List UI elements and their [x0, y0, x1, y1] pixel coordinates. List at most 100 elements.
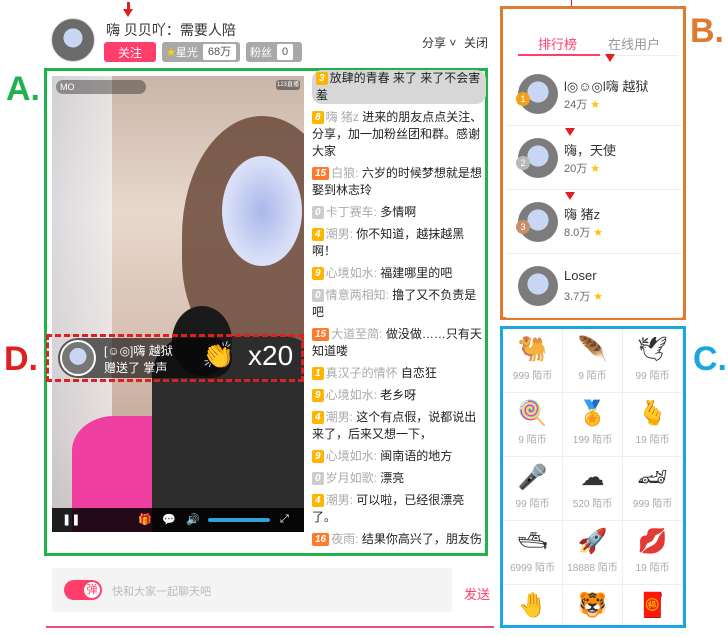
- gift-item[interactable]: 🏅 199 陌币: [563, 393, 623, 457]
- gift-item[interactable]: 🪶 9 陌币: [563, 329, 623, 393]
- gift-item[interactable]: 🐯: [563, 585, 623, 625]
- chat-nickname[interactable]: 岁月如歌:: [326, 471, 377, 485]
- gift-item[interactable]: 🍭 9 陌币: [503, 393, 563, 457]
- rank-score-row: 24万 ★: [564, 96, 600, 112]
- annotation-box-d: [46, 334, 304, 382]
- gift-item[interactable]: 🤚: [503, 585, 563, 625]
- gift-item-icon: 🏅: [577, 400, 608, 427]
- rank-name: 嗨，天使: [564, 143, 617, 158]
- chat-message: 0 卡丁赛车: 多情啊: [312, 204, 486, 221]
- send-button[interactable]: 发送: [464, 584, 490, 603]
- rank-item[interactable]: 3 嗨 猪z 8.0万 ★: [506, 190, 682, 254]
- level-badge: 9: [312, 450, 324, 463]
- tab-ranking[interactable]: 排行榜: [538, 34, 577, 53]
- star-icon: ★: [590, 99, 601, 111]
- close-button[interactable]: 关闭: [464, 34, 488, 51]
- chat-text: 老乡呀: [380, 388, 417, 402]
- chat-icon[interactable]: 💬: [162, 513, 176, 526]
- star-icon: ★: [593, 291, 604, 303]
- chat-nickname[interactable]: 心境如水:: [326, 449, 377, 463]
- star-value: 68万: [202, 44, 237, 60]
- chat-nickname[interactable]: 真汉子的情怀: [326, 366, 398, 380]
- chat-message: 9 心境如水: 闽南语的地方: [312, 448, 486, 465]
- rank-item[interactable]: 1 l◎☺◎l嗨 越狱 24万 ★: [506, 62, 682, 126]
- rank-item[interactable]: Loser 3.7万 ★: [506, 254, 682, 318]
- chat-nickname[interactable]: 夜雨:: [331, 532, 358, 546]
- streamer-avatar[interactable]: [51, 18, 95, 62]
- chat-nickname[interactable]: 心境如水:: [326, 388, 377, 402]
- level-badge: 8: [312, 111, 324, 124]
- rank-score: 24万: [564, 99, 588, 111]
- annotation-arrow: [123, 9, 133, 17]
- volume-slider[interactable]: [208, 518, 270, 522]
- streamer-name: 嗨 贝贝吖：需要人陪: [106, 22, 236, 38]
- follow-button[interactable]: 关注: [104, 42, 156, 62]
- chat-nickname[interactable]: 心境如水:: [326, 266, 377, 280]
- chat-nickname[interactable]: 白狼:: [331, 166, 358, 180]
- volume-icon[interactable]: 🔊: [186, 513, 200, 526]
- star-icon: ★: [166, 46, 176, 59]
- chat-text: 漂亮: [380, 471, 405, 485]
- annotation-arrow-stem-b: [571, 0, 572, 6]
- chat-nickname[interactable]: 卡丁赛车:: [326, 205, 377, 219]
- gift-price: 19 陌币: [635, 435, 670, 446]
- danmu-toggle[interactable]: 弹: [64, 580, 102, 600]
- rank-badge: 1: [516, 92, 530, 106]
- chat-text: 闽南语的地方: [380, 449, 453, 463]
- gift-item[interactable]: 🏎 999 陌币: [623, 457, 683, 521]
- rank-score: 20万: [564, 163, 588, 175]
- chat-input[interactable]: 快和大家一起聊天吧: [112, 583, 211, 599]
- gift-item-icon: 🐫: [517, 336, 548, 363]
- gift-item[interactable]: 🐫 999 陌币: [503, 329, 563, 393]
- fullscreen-icon[interactable]: ⤢: [280, 513, 289, 526]
- chat-nickname[interactable]: 嗨 猪z: [326, 110, 359, 124]
- gift-icon[interactable]: 🎁: [138, 513, 152, 526]
- gift-price: 9 陌币: [578, 371, 607, 382]
- gift-item-icon: 🎤: [517, 464, 548, 491]
- live-video[interactable]: MO 123直播 ❚❚ 🎁 💬 🔊 ⤢: [52, 76, 304, 532]
- gift-item-icon: 🛥: [517, 528, 548, 555]
- chat-message: 4 潮男: 这个有点假，说都说出来了，后来又想一下，: [312, 409, 486, 443]
- level-badge: 4: [312, 228, 324, 241]
- chat-nickname[interactable]: 情意两相知:: [326, 288, 389, 302]
- chat-message: 4 潮男: 可以啦，已经很漂亮了。: [312, 492, 486, 526]
- chat-list[interactable]: 3 放肆的青春 来了 来了不会害羞 8 嗨 猪z 进来的朋友点点关注、分享，加一加粉丝…: [312, 70, 486, 550]
- share-label: 分享: [422, 36, 447, 50]
- gift-item[interactable]: ☁ 520 陌币: [563, 457, 623, 521]
- annotation-label-c: C.: [693, 340, 727, 378]
- rank-score-row: 8.0万 ★: [564, 224, 603, 240]
- gift-price: 999 陌币: [632, 499, 673, 510]
- annotation-label-a: A.: [6, 70, 40, 108]
- chevron-down-icon: ˅: [446, 36, 457, 50]
- rank-item[interactable]: 2 嗨，天使 20万 ★: [506, 126, 682, 190]
- chat-nickname[interactable]: 大道至简:: [331, 327, 382, 341]
- gift-item[interactable]: 🚀 18888 陌币: [563, 521, 623, 585]
- gift-item[interactable]: 🛥 6999 陌币: [503, 521, 563, 585]
- rank-name: 嗨 猪z: [564, 207, 601, 222]
- chat-message: 1 真汉子的情怀 自恋狂: [312, 365, 486, 382]
- tab-online-users[interactable]: 在线用户: [608, 34, 660, 53]
- level-badge: 15: [312, 167, 330, 180]
- annotation-arrow: [565, 128, 575, 136]
- gift-item[interactable]: 🕊 99 陌币: [623, 329, 683, 393]
- rank-score: 8.0万: [564, 227, 591, 239]
- chat-message: 0 情意两相知: 撸了又不负责是吧: [312, 287, 486, 321]
- gift-item-icon: 🏎: [637, 464, 668, 491]
- chat-input-bar: 弹 快和大家一起聊天吧: [52, 568, 452, 612]
- pause-icon[interactable]: ❚❚: [62, 513, 80, 526]
- chat-nickname[interactable]: 潮男:: [326, 410, 353, 424]
- gift-item[interactable]: 🎤 99 陌币: [503, 457, 563, 521]
- gift-item[interactable]: 💋 19 陌币: [623, 521, 683, 585]
- chat-message: 4 潮男: 你不知道，越抹越黑啊！: [312, 226, 486, 260]
- chat-nickname[interactable]: 潮男:: [326, 227, 353, 241]
- share-button[interactable]: 分享 ˅: [422, 34, 456, 51]
- gift-item-icon: 🤚: [517, 592, 548, 619]
- tab-active-indicator: [518, 54, 600, 56]
- fans-stat: 粉丝 0: [246, 42, 302, 62]
- chat-nickname[interactable]: 潮男:: [326, 493, 353, 507]
- gift-price: 999 陌币: [512, 371, 553, 382]
- chat-message: 9 心境如水: 老乡呀: [312, 387, 486, 404]
- gift-item[interactable]: 🫰 19 陌币: [623, 393, 683, 457]
- gift-item[interactable]: 🧧: [623, 585, 683, 625]
- chat-text: 自恋狂: [400, 366, 437, 380]
